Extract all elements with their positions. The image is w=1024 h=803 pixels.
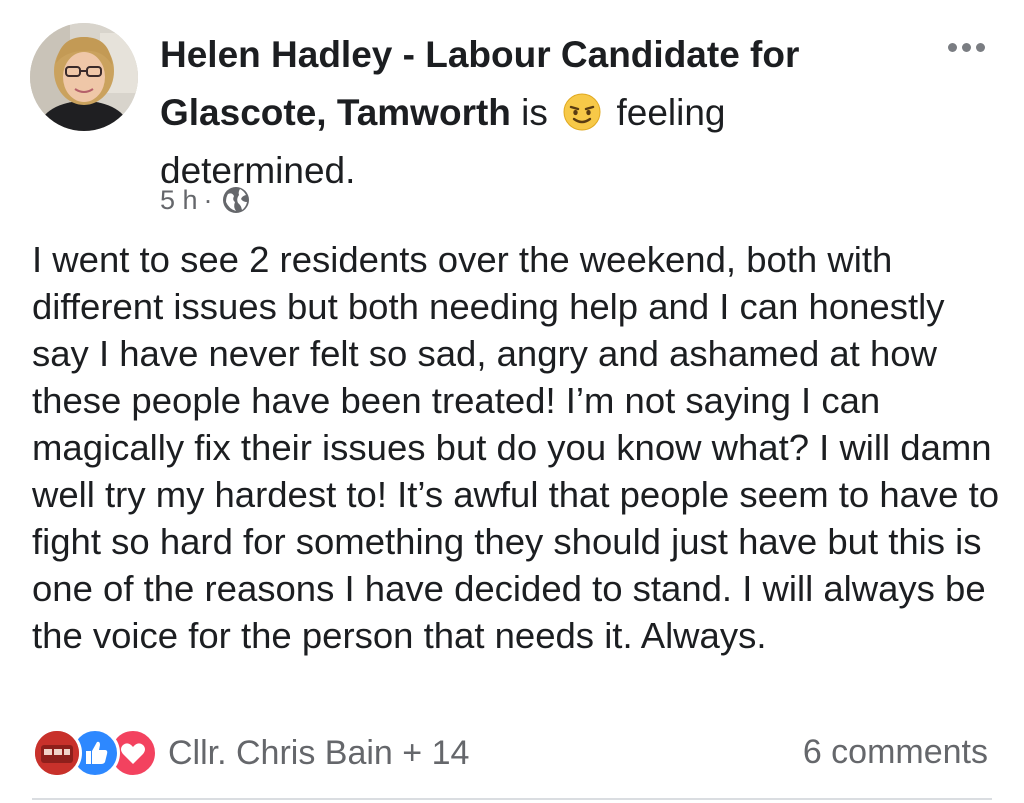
dot [975,42,985,52]
reaction-summary[interactable]: Cllr. Chris Bain + 14 [32,728,469,778]
divider [32,798,992,800]
reaction-names[interactable]: Cllr. Chris Bain + 14 [168,734,469,773]
facebook-post: Helen Hadley - Labour Candidate for Glas… [0,0,1024,803]
post-meta: 5 h · [160,183,253,217]
dot [947,42,957,52]
determined-emoji-icon [562,91,602,131]
post-body: I went to see 2 residents over the weeke… [32,239,1000,656]
globe-icon [222,187,249,213]
meta-separator: · [203,184,213,215]
more-options-icon[interactable] [940,35,992,59]
dot [961,42,971,52]
comments-count[interactable]: 6 comments [803,733,988,772]
feeling-prefix: is [521,92,548,133]
reactor-avatar [32,728,82,778]
post-header: Helen Hadley - Labour Candidate for Glas… [160,26,920,200]
post-timestamp[interactable]: 5 h [160,185,198,216]
author-avatar[interactable] [30,23,138,131]
